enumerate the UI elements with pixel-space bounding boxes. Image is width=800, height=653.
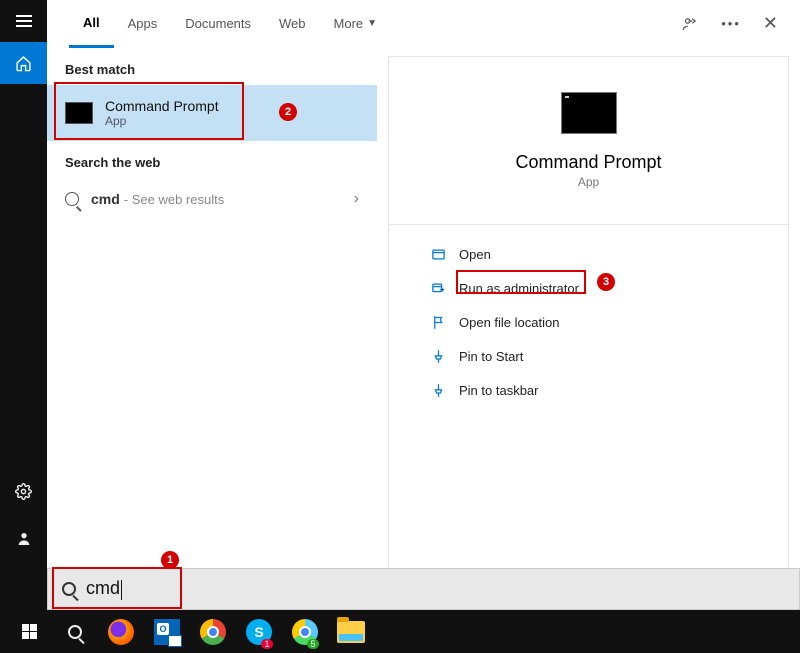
- outlook-icon: O: [154, 619, 180, 645]
- close-button[interactable]: ✕: [763, 13, 778, 34]
- taskbar-outlook[interactable]: O: [144, 610, 190, 653]
- web-result-query: cmd: [91, 191, 120, 207]
- tab-apps[interactable]: Apps: [114, 0, 172, 48]
- search-input[interactable]: cmd: [86, 578, 336, 599]
- command-prompt-icon: [65, 102, 93, 124]
- detail-actions: Open Run as administrator 3 Open file lo…: [389, 225, 788, 419]
- search-icon: [68, 625, 82, 639]
- taskbar-search-button[interactable]: [52, 610, 98, 653]
- taskbar-skype[interactable]: S1: [236, 610, 282, 653]
- start-button[interactable]: [6, 610, 52, 653]
- results-pane: Best match Command Prompt App 2 Search t…: [47, 48, 377, 569]
- command-prompt-icon-large: [561, 92, 617, 134]
- folder-icon: [337, 621, 365, 643]
- action-open-location[interactable]: Open file location: [429, 307, 768, 337]
- chevron-right-icon: ›: [354, 190, 359, 208]
- best-match-result[interactable]: Command Prompt App 2: [47, 85, 377, 141]
- rail-person-button[interactable]: [0, 518, 47, 560]
- search-filter-tabs: All Apps Documents Web More▼ ••• ✕: [47, 0, 800, 48]
- person-icon: [16, 531, 32, 547]
- home-icon: [15, 55, 32, 72]
- rail-settings-button[interactable]: [0, 470, 47, 512]
- start-rail: [0, 0, 47, 610]
- detail-title: Command Prompt: [515, 152, 661, 173]
- search-icon: [62, 582, 76, 596]
- search-bar[interactable]: cmd 1: [47, 568, 800, 610]
- action-run-admin[interactable]: Run as administrator 3: [429, 273, 768, 303]
- taskbar: O S1 5: [0, 610, 800, 653]
- pin-start-icon: [429, 347, 447, 365]
- search-web-label: Search the web: [47, 141, 377, 178]
- best-match-label: Best match: [47, 48, 377, 85]
- detail-header: Command Prompt App: [389, 57, 788, 225]
- tab-web[interactable]: Web: [265, 0, 320, 48]
- action-pin-start[interactable]: Pin to Start: [429, 341, 768, 371]
- taskbar-firefox[interactable]: [98, 610, 144, 653]
- annotation-badge-2: 2: [279, 103, 297, 121]
- search-icon: [65, 192, 79, 206]
- chrome-icon: [200, 619, 226, 645]
- detail-pane: Command Prompt App Open Run as administr…: [388, 56, 789, 569]
- open-icon: [429, 245, 447, 263]
- action-open[interactable]: Open: [429, 239, 768, 269]
- more-options-icon[interactable]: •••: [721, 16, 741, 31]
- caret-down-icon: ▼: [367, 18, 377, 29]
- taskbar-chrome[interactable]: [190, 610, 236, 653]
- annotation-badge-1: 1: [161, 551, 179, 569]
- gear-icon: [15, 483, 32, 500]
- windows-logo-icon: [22, 624, 37, 639]
- annotation-badge-3: 3: [597, 273, 615, 291]
- notification-badge: 5: [307, 639, 318, 649]
- run-admin-icon: [429, 279, 447, 297]
- rail-menu-button[interactable]: [0, 0, 47, 42]
- tab-more[interactable]: More▼: [320, 0, 392, 48]
- pin-taskbar-icon: [429, 381, 447, 399]
- detail-subtitle: App: [578, 175, 599, 189]
- taskbar-file-explorer[interactable]: [328, 610, 374, 653]
- rail-home-button[interactable]: [0, 42, 47, 84]
- tab-documents[interactable]: Documents: [171, 0, 265, 48]
- feedback-icon[interactable]: [681, 15, 699, 33]
- web-result-row[interactable]: cmd - See web results ›: [47, 178, 377, 220]
- open-location-icon: [429, 313, 447, 331]
- tab-all[interactable]: All: [69, 0, 114, 48]
- firefox-icon: [108, 619, 134, 645]
- best-match-title: Command Prompt: [105, 98, 219, 114]
- best-match-subtitle: App: [105, 114, 219, 128]
- action-pin-taskbar[interactable]: Pin to taskbar: [429, 375, 768, 405]
- hamburger-icon: [16, 15, 32, 27]
- taskbar-chromium[interactable]: 5: [282, 610, 328, 653]
- notification-badge: 1: [261, 639, 272, 649]
- web-result-suffix: - See web results: [124, 192, 224, 207]
